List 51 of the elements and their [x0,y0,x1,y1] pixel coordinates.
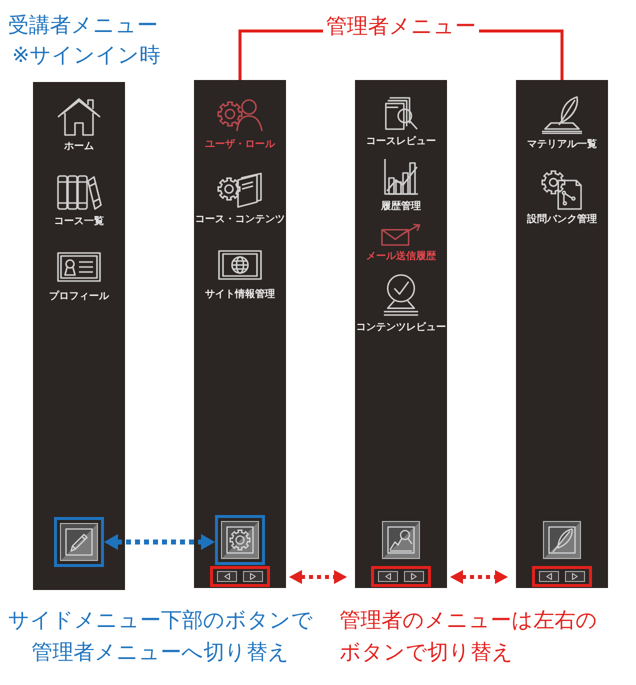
menu-item[interactable]: 設問バンク管理 [516,170,608,226]
triangle-left-icon [546,573,552,580]
menu-switch-button[interactable] [543,521,581,559]
gear-person-icon [217,98,263,132]
previous-button[interactable] [539,571,559,582]
books-icon [56,173,102,211]
next-button[interactable] [243,571,263,582]
menu-switch-button[interactable] [221,521,259,559]
checkmark-stand-icon [382,273,420,317]
id-card-icon [57,252,101,282]
caption-text: 管理者のメニューは左右のボタンで切り替え [340,607,599,666]
envelope-icon [381,223,421,246]
menu-item[interactable]: 履歴管理 [355,158,447,213]
gear-document-icon [541,170,583,210]
pencil-icon [65,528,93,556]
menu-item[interactable]: マテリアル一覧 [516,95,608,151]
triangle-left-icon [385,573,391,580]
menu-switch-button[interactable] [60,523,98,561]
triangle-right-icon [250,573,256,580]
chart-magnifier-icon [387,526,415,554]
menu-switch-button[interactable] [382,521,420,559]
double-arrow [289,570,347,584]
menu-item[interactable]: コンテンツレビュー [355,273,447,334]
previous-button[interactable] [378,571,398,582]
next-button[interactable] [565,571,585,582]
double-arrow [450,570,508,584]
triangle-left-icon [224,573,230,580]
book-magnifier-icon [382,95,420,131]
quill-stand-icon [540,96,584,134]
gear-icon [226,526,254,554]
menu-heading: 管理者メニュー [326,13,476,40]
next-button[interactable] [404,571,424,582]
menu-item[interactable]: プロフィール [33,247,125,303]
house-icon [56,97,102,137]
globe-card-icon [218,250,262,280]
caption-text: サイドメニュー下部のボタンで管理者メニューへ切り替え [7,607,314,666]
bar-chart-icon [383,158,419,196]
menu-heading: 受講者メニュー [8,12,158,39]
gear-book-icon [217,172,263,208]
menu-item[interactable]: ホーム [33,97,125,153]
triangle-right-icon [572,573,578,580]
previous-button[interactable] [217,571,237,582]
triangle-right-icon [411,573,417,580]
menu-item[interactable]: コースレビュー [355,95,447,148]
menu-item[interactable]: ユーザ・ロール [194,95,286,151]
quill-icon [548,526,576,554]
menu-item[interactable]: サイト情報管理 [194,245,286,301]
menu-item[interactable]: コース一覧 [33,172,125,228]
sign-in-note: ※サインイン時 [12,42,161,69]
menu-item[interactable]: メール送信履歴 [355,223,447,263]
menu-item[interactable]: コース・コンテンツ [194,170,286,226]
